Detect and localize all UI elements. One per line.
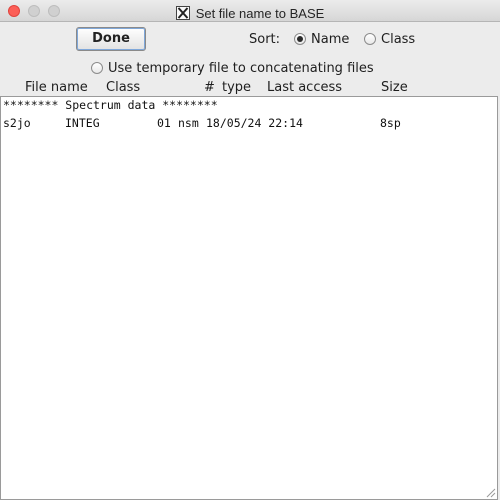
row-type: nsm — [178, 116, 199, 130]
title-bar: Set file name to BASE — [0, 0, 500, 22]
column-header-number: # — [204, 80, 215, 95]
sort-by-name-label[interactable]: Name — [311, 32, 349, 47]
temp-file-label[interactable]: Use temporary file to concatenating file… — [108, 61, 374, 76]
file-list[interactable]: ******** Spectrum data ******** s2jo INT… — [0, 96, 498, 500]
section-header-spectrum-data: ******** Spectrum data ******** — [3, 98, 218, 112]
column-header-file-name: File name — [25, 80, 88, 95]
done-button[interactable]: Done — [76, 27, 146, 51]
x11-app-icon — [175, 6, 190, 20]
row-file-name: s2jo — [3, 116, 31, 130]
window-title: Set file name to BASE — [195, 6, 325, 21]
column-header-class: Class — [106, 80, 141, 95]
temp-file-radio[interactable] — [91, 62, 103, 74]
column-header-size: Size — [381, 80, 408, 95]
row-class: INTEG — [65, 116, 100, 130]
row-number: 01 — [157, 116, 171, 130]
title-group: Set file name to BASE — [0, 3, 500, 22]
column-header-last-access: Last access — [267, 80, 343, 95]
row-size: 8sp — [380, 116, 401, 130]
sort-label: Sort: — [249, 32, 281, 47]
column-header-type: type — [222, 80, 252, 95]
sort-by-class-label[interactable]: Class — [381, 32, 415, 47]
resize-grip-icon[interactable] — [484, 486, 496, 498]
row-last-access: 18/05/24 22:14 — [206, 116, 303, 130]
sort-by-class-radio[interactable] — [364, 33, 376, 45]
sort-by-name-radio[interactable] — [294, 33, 306, 45]
dialog-window: Set file name to BASE Done Sort: Name Cl… — [0, 0, 500, 500]
